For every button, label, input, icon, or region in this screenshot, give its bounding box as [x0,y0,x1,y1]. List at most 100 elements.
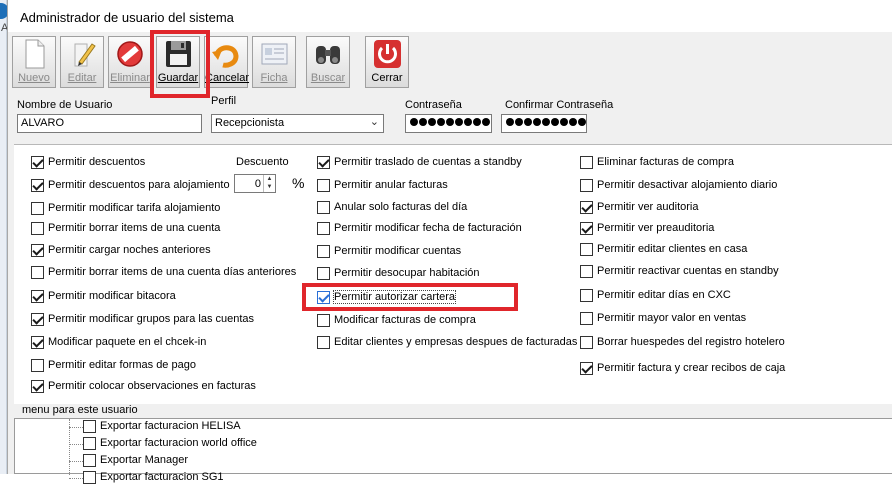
username-label: Nombre de Usuario [17,99,113,111]
tree-item-label: Exportar facturacion world office [100,437,257,449]
perm-label: Permitir traslado de cuentas a standby [334,156,522,168]
checkbox[interactable] [31,336,44,349]
ficha-button[interactable]: Ficha [252,36,296,88]
username-input[interactable]: ALVARO [17,114,202,133]
tree-item-label: Exportar facturacion HELISA [100,420,241,432]
checkbox[interactable] [31,222,44,235]
eliminar-label: Eliminar [110,72,150,84]
password-dot [551,118,559,126]
password-dot [410,118,418,126]
checkbox[interactable] [317,291,330,304]
checkbox[interactable] [83,454,96,467]
checkbox[interactable] [317,201,330,214]
perm-label: Permitir modificar bitacora [48,290,176,302]
tree-branch-line [69,461,83,462]
perm-label: Modificar paquete en el chcek-in [48,336,207,348]
checkbox[interactable] [580,336,593,349]
password-label: Contraseña [405,99,462,111]
password-dot [578,118,586,126]
user-admin-window: Administrador de usuario del sistema Nue… [7,0,892,484]
checkbox[interactable] [31,313,44,326]
checkbox[interactable] [580,265,593,278]
password-dot [419,118,427,126]
perm-label: Permitir factura y crear recibos de caja [597,362,786,374]
password-dot [482,118,490,126]
cerrar-button[interactable]: Cerrar [365,36,409,88]
checkbox[interactable] [580,201,593,214]
perm-label: Permitir ver auditoria [597,201,699,213]
checkbox[interactable] [580,179,593,192]
checkbox[interactable] [31,266,44,279]
perm-label: Permitir borrar items de una cuenta [48,222,221,234]
guardar-label: Guardar [157,72,199,84]
perm-label: Eliminar facturas de compra [597,156,734,168]
tree-branch-line [69,478,83,479]
checkbox[interactable] [317,222,330,235]
password-dot [473,118,481,126]
tree-item-label: Exportar Manager [100,454,189,466]
checkbox[interactable] [317,156,330,169]
guardar-button[interactable]: Guardar [156,36,200,88]
checkbox[interactable] [580,312,593,325]
ficha-label: Ficha [260,72,288,84]
perm-label: Permitir descuentos para alojamiento [48,179,230,191]
checkbox[interactable] [580,156,593,169]
eliminar-button[interactable]: Eliminar [108,36,152,88]
perm-label: Permitir desactivar alojamiento diario [597,179,778,191]
undo-arrow-icon [212,45,239,68]
editar-button[interactable]: Editar [60,36,104,88]
nuevo-button[interactable]: Nuevo [12,36,56,88]
checkbox[interactable] [83,437,96,450]
password-field[interactable] [405,114,492,133]
perm-label: Anular solo facturas del día [334,201,468,213]
perm-label: Permitir ver preauditoria [597,222,715,234]
card-file-icon [261,43,288,65]
nuevo-label: Nuevo [18,72,50,84]
password-dot [542,118,550,126]
perm-label: Permitir editar formas de pago [48,359,196,371]
checkbox[interactable] [31,244,44,257]
checkbox[interactable] [31,179,44,192]
checkbox[interactable] [83,420,96,433]
confirm-password-label: Confirmar Contraseña [505,99,614,111]
checkbox[interactable] [31,290,44,303]
checkbox[interactable] [31,156,44,169]
confirm-password-field[interactable] [501,114,587,133]
password-dot [533,118,541,126]
perm-label: Permitir modificar grupos para las cuent… [48,313,255,325]
discount-spinner[interactable]: 0 ▲ ▼ [234,174,276,193]
profile-select[interactable]: Recepcionista ⌄ [211,114,384,133]
password-dot [524,118,532,126]
checkbox[interactable] [580,243,593,256]
checkbox[interactable] [580,289,593,302]
perm-label: Permitir modificar cuentas [334,245,462,257]
password-dot [428,118,436,126]
password-dot [455,118,463,126]
checkbox[interactable] [580,362,593,375]
checkbox[interactable] [580,222,593,235]
checkbox[interactable] [317,179,330,192]
spinner-arrows[interactable]: ▲ ▼ [263,175,275,192]
perm-label: Permitir borrar items de una cuenta días… [48,266,297,278]
checkbox[interactable] [317,336,330,349]
spinner-down-icon[interactable]: ▼ [264,183,275,191]
menu-tree[interactable]: Exportar facturacion HELISA Exportar fac… [14,418,892,484]
tree-branch-line [69,427,83,428]
checkbox[interactable] [31,380,44,393]
checkbox[interactable] [31,359,44,372]
perm-label: Permitir colocar observaciones en factur… [48,380,256,392]
perm-label: Modificar facturas de compra [334,314,476,326]
password-dot [515,118,523,126]
tree-item-label: Exportar facturacion SG1 [100,471,224,483]
checkbox[interactable] [31,202,44,215]
checkbox[interactable] [317,245,330,258]
buscar-button[interactable]: Buscar [306,36,350,88]
floppy-disk-icon [166,41,191,67]
checkbox[interactable] [83,471,96,484]
checkbox[interactable] [317,267,330,280]
perm-label: Permitir modificar tarifa alojamiento [48,202,221,214]
spinner-up-icon[interactable]: ▲ [264,175,275,183]
checkbox[interactable] [317,314,330,327]
cancelar-button[interactable]: Cancelar [204,36,249,88]
tree-branch-line [69,444,83,445]
